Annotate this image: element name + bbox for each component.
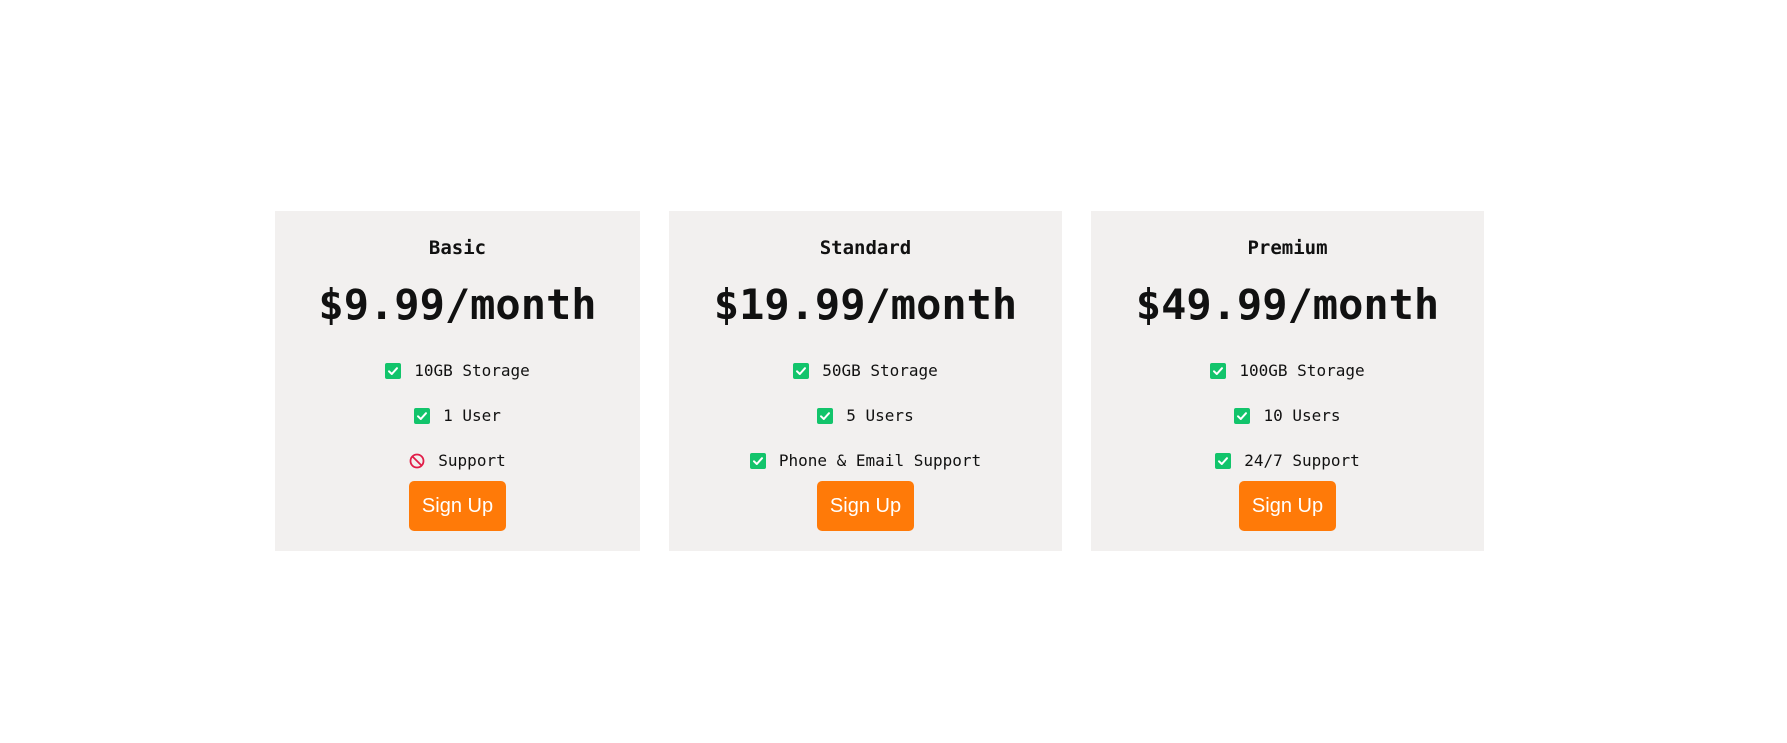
plan-name: Premium [1247, 237, 1328, 259]
pricing-section: Basic $9.99/month 10GB Storage 1 User Su… [275, 211, 1484, 551]
feature-list: 50GB Storage 5 Users Phone & Email Suppo… [749, 348, 982, 483]
feature-item: 5 Users [817, 393, 914, 438]
plan-name: Standard [819, 237, 912, 259]
check-square-icon [1210, 362, 1227, 379]
feature-item: 10 Users [1234, 393, 1341, 438]
feature-label: Support [438, 451, 506, 470]
feature-item: 1 User [414, 393, 501, 438]
feature-list: 10GB Storage 1 User Support [385, 348, 530, 483]
feature-item: 50GB Storage [793, 348, 938, 393]
check-square-icon [1234, 407, 1251, 424]
feature-label: Phone & Email Support [778, 451, 982, 470]
feature-list: 100GB Storage 10 Users 24/7 Support [1210, 348, 1365, 483]
plan-price: $19.99/month [713, 280, 1018, 329]
feature-label: 50GB Storage [822, 361, 938, 380]
plan-price: $9.99/month [318, 280, 597, 329]
feature-label: 5 Users [846, 406, 914, 425]
feature-item: 100GB Storage [1210, 348, 1365, 393]
plan-price: $49.99/month [1135, 280, 1440, 329]
feature-item: 24/7 Support [1215, 438, 1360, 483]
feature-label: 100GB Storage [1239, 361, 1365, 380]
check-square-icon [793, 362, 810, 379]
sign-up-button-basic[interactable]: Sign Up [409, 481, 506, 531]
sign-up-button-premium[interactable]: Sign Up [1239, 481, 1336, 531]
feature-item: Phone & Email Support [749, 438, 982, 483]
check-square-icon [1215, 452, 1232, 469]
feature-label: 24/7 Support [1244, 451, 1360, 470]
check-square-icon [385, 362, 402, 379]
check-square-icon [414, 407, 431, 424]
sign-up-button-standard[interactable]: Sign Up [817, 481, 914, 531]
feature-label: 10GB Storage [414, 361, 530, 380]
check-square-icon [817, 407, 834, 424]
plan-card-basic: Basic $9.99/month 10GB Storage 1 User Su… [275, 211, 640, 551]
ban-icon [409, 453, 425, 469]
plan-name: Basic [428, 237, 487, 259]
feature-item: 10GB Storage [385, 348, 530, 393]
feature-label: 1 User [443, 406, 501, 425]
feature-item: Support [409, 438, 506, 483]
feature-label: 10 Users [1263, 406, 1341, 425]
plan-card-standard: Standard $19.99/month 50GB Storage 5 Use… [669, 211, 1062, 551]
plan-card-premium: Premium $49.99/month 100GB Storage 10 Us… [1091, 211, 1484, 551]
check-square-icon [749, 452, 766, 469]
